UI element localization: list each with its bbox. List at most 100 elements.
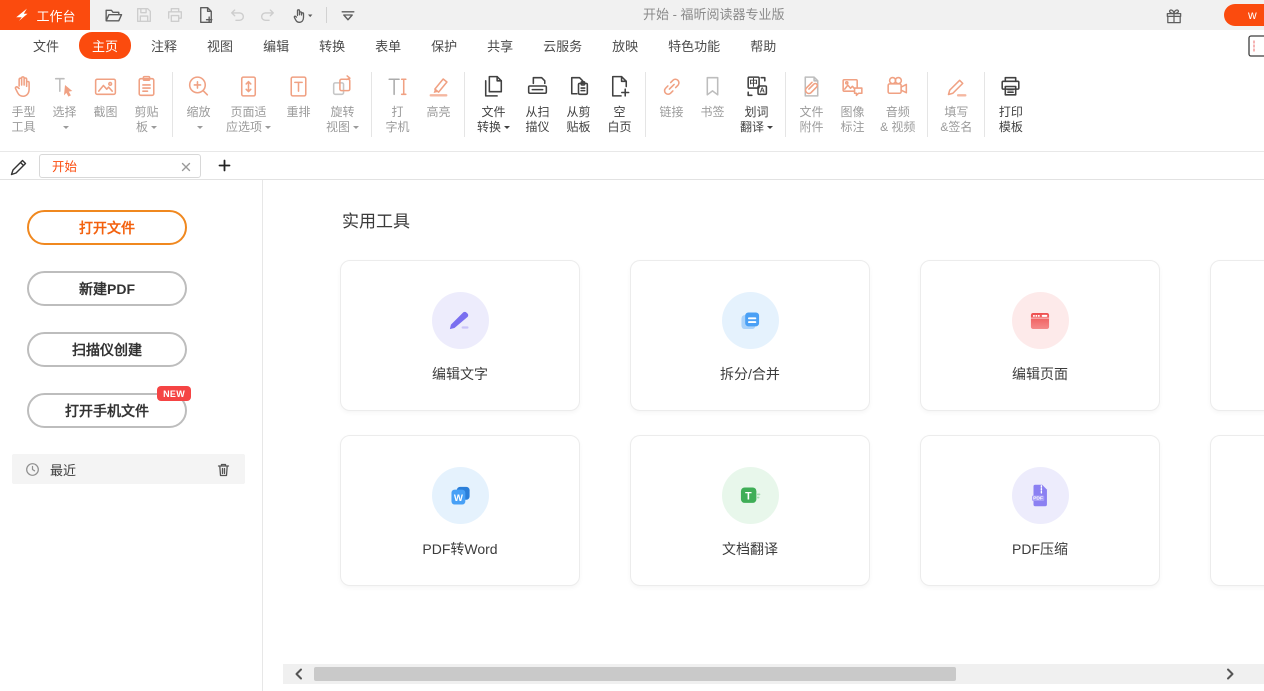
recent-files-row[interactable]: 最近 [12, 454, 245, 484]
rotate-view-icon [329, 71, 356, 101]
ribbon-item-hand-tool[interactable]: 手型 工具 [3, 60, 44, 135]
ribbon-item-translate[interactable]: 中A 划词 翻译 [733, 60, 780, 135]
menu-cloud[interactable]: 云服务 [543, 36, 582, 55]
body: 打开文件 新建PDF 扫描仪创建 打开手机文件 NEW 最近 实用工具 [0, 180, 1264, 691]
promo-button[interactable]: w [1224, 4, 1264, 26]
ribbon-item-label: 填写 &签名 [940, 105, 972, 135]
card-partial[interactable] [1210, 435, 1264, 586]
svg-text:PDF: PDF [1033, 495, 1043, 501]
ribbon-item-audio-video[interactable]: 音频 & 视频 [873, 60, 922, 135]
menu-file[interactable]: 文件 [33, 36, 59, 55]
dropdown-caret-icon [504, 126, 510, 132]
card-partial[interactable] [1210, 260, 1264, 411]
dropdown-caret-icon [767, 126, 773, 132]
ribbon-item-snapshot[interactable]: 截图 [85, 60, 126, 135]
customize-toolbar-icon[interactable] [338, 5, 358, 25]
panel-toggle-icon[interactable] [1247, 34, 1264, 58]
open-file-icon[interactable] [103, 5, 123, 25]
ribbon-item-label: 选择 [52, 105, 76, 135]
menu-view[interactable]: 视图 [207, 36, 233, 55]
document-tab-bar: 开始 [0, 152, 1264, 180]
ribbon-item-typewriter[interactable]: 打 字机 [377, 60, 418, 135]
from-scanner-icon [524, 71, 551, 101]
title-bar: 工作台 开始 - 福昕阅读器专业版 w [0, 0, 1264, 30]
clipboard-icon [133, 71, 160, 101]
menu-protect[interactable]: 保护 [431, 36, 457, 55]
ribbon-divider [464, 72, 465, 137]
menu-edit[interactable]: 编辑 [263, 36, 289, 55]
horizontal-scrollbar[interactable] [283, 664, 1264, 684]
card-edit-page[interactable]: 编辑页面 [920, 260, 1160, 411]
ribbon-item-from-clipboard[interactable]: 从剪 贴板 [558, 60, 599, 135]
menu-home[interactable]: 主页 [79, 32, 131, 59]
ribbon-group-view: 缩放 页面适 应选项 重排 旋转 视图 [178, 60, 366, 135]
ribbon-item-bookmark[interactable]: 书签 [692, 60, 733, 135]
menu-share[interactable]: 共享 [487, 36, 513, 55]
menu-form[interactable]: 表单 [375, 36, 401, 55]
ribbon-item-label: 从扫 描仪 [526, 105, 550, 135]
card-pdf-to-word[interactable]: W PDF转Word [340, 435, 580, 586]
new-document-icon[interactable] [196, 5, 216, 25]
menu-comment[interactable]: 注释 [151, 36, 177, 55]
ribbon-item-link[interactable]: 链接 [651, 60, 692, 135]
tool-card-row-2: W PDF转Word T 文档翻译 PDF PDF压缩 [340, 435, 1264, 586]
scroll-left-icon[interactable] [292, 667, 306, 681]
ribbon-item-zoom[interactable]: 缩放 [178, 60, 219, 135]
describe-pencil-icon[interactable] [8, 155, 30, 177]
snapshot-icon [92, 71, 119, 101]
ribbon-item-label: 图像 标注 [841, 105, 865, 135]
ribbon-item-from-scanner[interactable]: 从扫 描仪 [517, 60, 558, 135]
menu-help[interactable]: 帮助 [750, 36, 776, 55]
tab-close-icon[interactable] [180, 160, 192, 172]
card-pdf-compress[interactable]: PDF PDF压缩 [920, 435, 1160, 586]
card-edit-text[interactable]: 编辑文字 [340, 260, 580, 411]
edit-page-icon [1012, 292, 1069, 349]
clock-icon [25, 462, 40, 477]
ribbon-item-file-attachment[interactable]: 文件 附件 [791, 60, 832, 135]
trash-icon[interactable] [215, 461, 232, 478]
translate-icon: 中A [743, 71, 770, 101]
ribbon-item-reflow[interactable]: 重排 [278, 60, 319, 135]
quick-access-toolbar [103, 5, 358, 25]
ribbon-item-image-annotation[interactable]: 图像 标注 [832, 60, 873, 135]
ribbon-item-convert-files[interactable]: 文件 转换 [470, 60, 517, 135]
recent-label: 最近 [50, 460, 76, 479]
ribbon-item-label: 截图 [93, 105, 117, 120]
new-tab-icon[interactable] [217, 158, 232, 173]
fill-sign-icon [943, 71, 970, 101]
ribbon-item-print-template[interactable]: 打印 模板 [990, 60, 1031, 135]
hand-pointer-dropdown-icon[interactable] [289, 5, 315, 25]
print-icon[interactable] [165, 5, 185, 25]
new-pdf-button[interactable]: 新建PDF [27, 271, 187, 306]
undo-icon[interactable] [227, 5, 247, 25]
ribbon-item-label: 文件 转换 [477, 105, 510, 135]
open-file-button[interactable]: 打开文件 [27, 210, 187, 245]
ribbon-item-highlight[interactable]: 高亮 [418, 60, 459, 135]
menu-present[interactable]: 放映 [612, 36, 638, 55]
open-mobile-file-button[interactable]: 打开手机文件 NEW [27, 393, 187, 428]
workspace-button[interactable]: 工作台 [0, 0, 90, 30]
ribbon-item-fit-page[interactable]: 页面适 应选项 [219, 60, 278, 135]
ribbon-item-rotate-view[interactable]: 旋转 视图 [319, 60, 366, 135]
scroll-right-icon[interactable] [1223, 667, 1237, 681]
gift-icon[interactable] [1164, 5, 1184, 25]
ribbon-item-select[interactable]: 选择 [44, 60, 85, 135]
scanner-create-button[interactable]: 扫描仪创建 [27, 332, 187, 367]
card-split-merge[interactable]: 拆分/合并 [630, 260, 870, 411]
menu-convert[interactable]: 转换 [319, 36, 345, 55]
ribbon-item-clipboard[interactable]: 剪贴 板 [126, 60, 167, 135]
ribbon-item-label: 打印 模板 [999, 105, 1023, 135]
ribbon-item-blank-page[interactable]: 空 白页 [599, 60, 640, 135]
scrollbar-thumb[interactable] [314, 667, 956, 681]
redo-icon[interactable] [258, 5, 278, 25]
card-doc-translate[interactable]: T 文档翻译 [630, 435, 870, 586]
save-icon[interactable] [134, 5, 154, 25]
window-title: 开始 - 福昕阅读器专业版 [643, 0, 785, 30]
tab-start[interactable]: 开始 [39, 154, 201, 178]
svg-text:中: 中 [749, 77, 757, 87]
toolbar-separator [326, 7, 327, 23]
card-label: PDF压缩 [1012, 539, 1068, 559]
ribbon-item-fill-sign[interactable]: 填写 &签名 [933, 60, 979, 135]
menu-features[interactable]: 特色功能 [668, 36, 720, 55]
svg-text:T: T [745, 490, 752, 502]
